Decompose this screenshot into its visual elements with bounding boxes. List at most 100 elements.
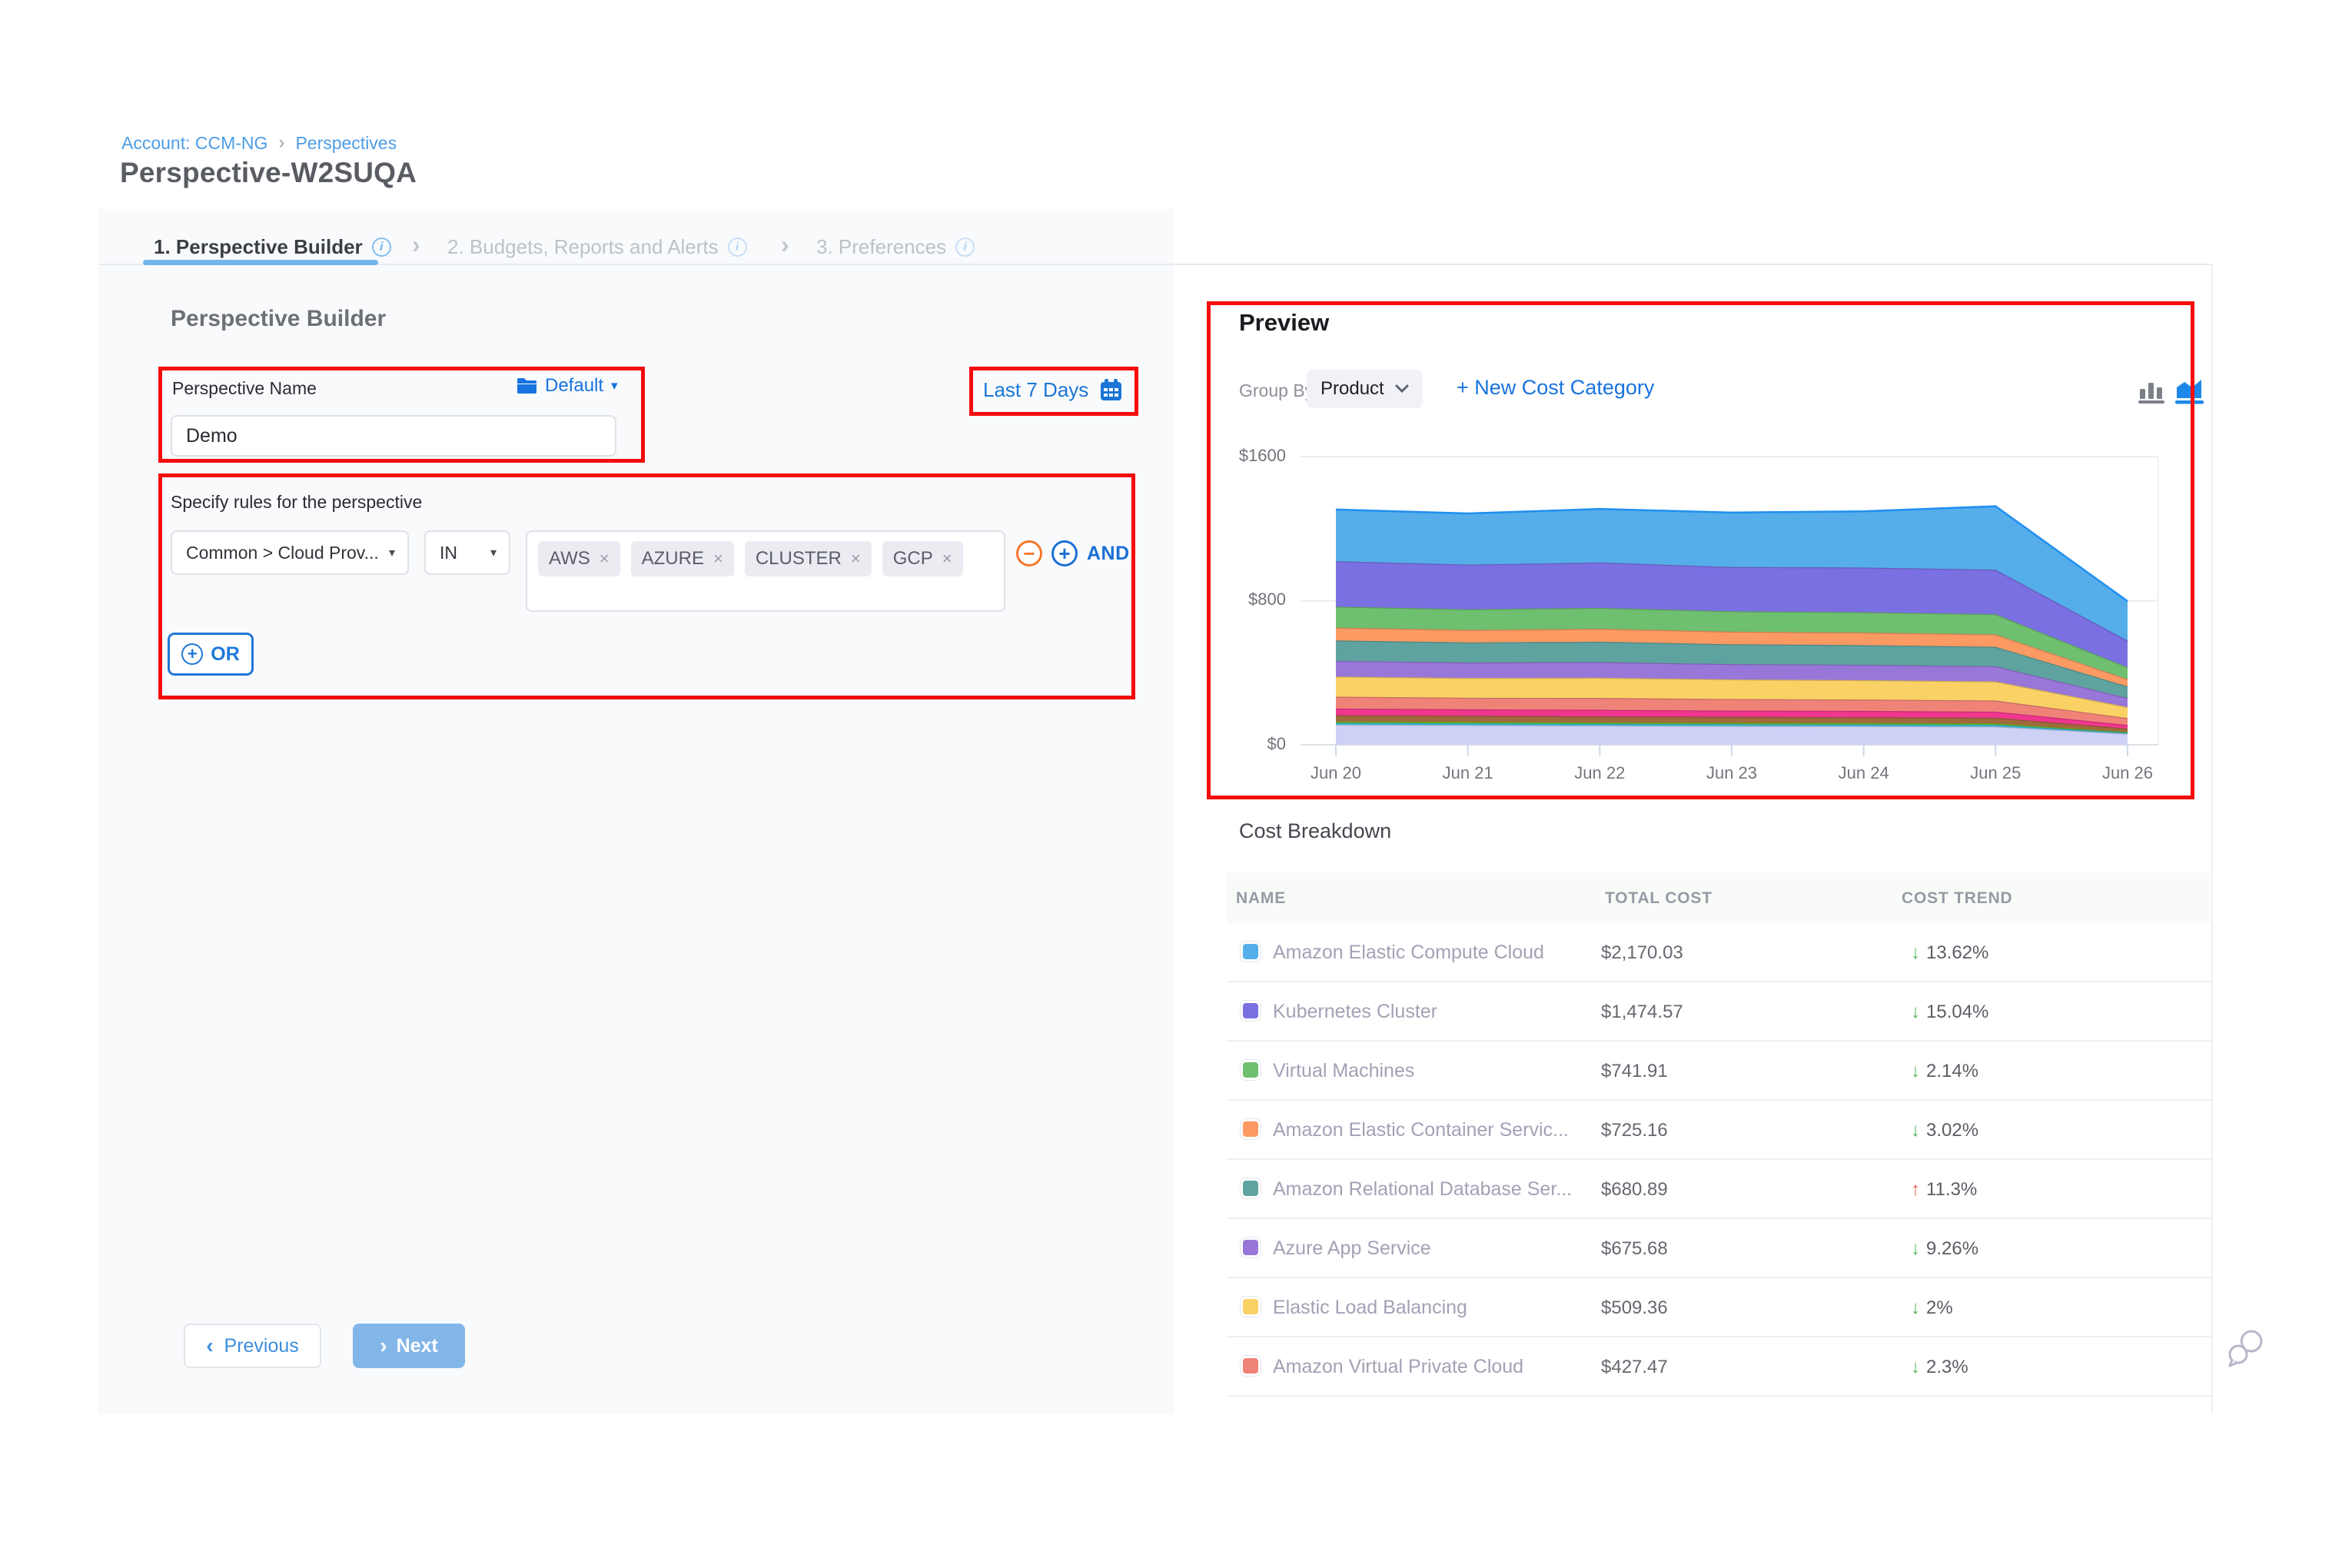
- row-total-cost: $741.91: [1601, 1061, 1668, 1082]
- new-cost-category-button[interactable]: + New Cost Category: [1457, 376, 1654, 400]
- trend-down-icon: ↓: [1911, 1120, 1920, 1141]
- trend-value: 2.3%: [1926, 1357, 1968, 1378]
- chip-close-icon[interactable]: ×: [600, 549, 610, 569]
- series-swatch: [1241, 1001, 1261, 1021]
- row-cost-trend: ↑11.3%: [1911, 1179, 1977, 1201]
- next-button[interactable]: › Next: [353, 1324, 465, 1368]
- chip-close-icon[interactable]: ×: [851, 549, 861, 569]
- preview-heading: Preview: [1239, 309, 1329, 337]
- rule-value-chip[interactable]: AZURE ×: [631, 541, 734, 576]
- caret-down-icon: ▾: [389, 545, 395, 560]
- builder-heading: Perspective Builder: [171, 306, 386, 332]
- row-name: Kubernetes Cluster: [1273, 1001, 1437, 1023]
- chip-close-icon[interactable]: ×: [942, 549, 952, 569]
- support-chat-button[interactable]: [2226, 1328, 2269, 1372]
- bar-chart-icon: [2138, 375, 2168, 406]
- x-axis-tick-label: Jun 22: [1550, 763, 1649, 783]
- and-operator-label: AND: [1087, 543, 1130, 565]
- trend-down-icon: ↓: [1911, 1238, 1920, 1260]
- area-chart-toggle[interactable]: [2174, 375, 2204, 406]
- trend-value: 2%: [1926, 1297, 1953, 1319]
- table-row: Amazon Virtual Private Cloud $427.47 ↓ 2.3%: [1227, 1337, 2212, 1397]
- row-cost-trend: ↓ 2.14%: [1911, 1061, 1978, 1082]
- date-range-picker[interactable]: Last 7 Days: [983, 378, 1123, 402]
- table-row: Azure App Service$675.68↓9.26%: [1227, 1219, 2212, 1278]
- trend-value: 2.14%: [1926, 1061, 1978, 1082]
- perspective-builder-page: Account: CCM-NG › Perspectives Perspecti…: [0, 0, 2352, 1568]
- rule-value-chip[interactable]: CLUSTER ×: [745, 541, 872, 576]
- previous-button[interactable]: ‹ Previous: [184, 1324, 321, 1368]
- chevron-down-icon: [1395, 384, 1409, 394]
- row-total-cost: $675.68: [1601, 1238, 1668, 1260]
- caret-down-icon: ▾: [490, 545, 497, 560]
- column-header-total-cost: TOTAL COST: [1605, 889, 1713, 908]
- chevron-right-icon: ›: [412, 231, 420, 259]
- series-swatch: [1241, 1356, 1261, 1376]
- trend-down-icon: ↓: [1911, 1061, 1920, 1082]
- trend-value: 3.02%: [1926, 1120, 1978, 1141]
- table-row: Amazon Relational Database Ser... $680.89…: [1227, 1160, 2212, 1219]
- series-swatch: [1241, 1297, 1261, 1317]
- trend-down-icon: ↓: [1911, 1357, 1920, 1378]
- chip-label: CLUSTER: [756, 548, 842, 570]
- row-name: Virtual Machines: [1273, 1060, 1414, 1082]
- plus-circle-icon: +: [181, 643, 203, 665]
- chip-label: AWS: [549, 548, 590, 570]
- active-tab-underline: [143, 260, 378, 265]
- x-axis-tick-label: Jun 26: [2078, 763, 2178, 783]
- trend-down-icon: ↓: [1911, 942, 1920, 964]
- series-swatch: [1241, 1119, 1261, 1139]
- rules-label: Specify rules for the perspective: [171, 492, 422, 513]
- row-total-cost: $680.89: [1601, 1179, 1668, 1201]
- breadcrumb-perspectives-link[interactable]: Perspectives: [295, 133, 397, 154]
- trend-down-icon: ↓: [1911, 1002, 1920, 1023]
- add-rule-button[interactable]: +: [1051, 540, 1078, 566]
- add-or-rule-button[interactable]: + OR: [168, 633, 254, 676]
- tab-budgets-reports-alerts[interactable]: 2. Budgets, Reports and Alerts i: [447, 235, 747, 259]
- chip-label: AZURE: [642, 548, 704, 570]
- series-swatch: [1241, 942, 1261, 962]
- row-cost-trend: ↓ 2.3%: [1911, 1357, 1968, 1378]
- trend-value: 11.3%: [1926, 1179, 1977, 1201]
- area-chart-icon: [2174, 375, 2206, 407]
- rule-field-dropdown[interactable]: Common > Cloud Prov... ▾: [171, 530, 409, 575]
- row-name: Elastic Load Balancing: [1273, 1297, 1467, 1319]
- column-header-cost-trend: COST TREND: [1902, 889, 2013, 908]
- rule-values-input[interactable]: AWS × AZURE × CLUSTER × GCP ×: [526, 530, 1005, 612]
- row-total-cost: $427.47: [1601, 1357, 1668, 1378]
- table-row: Amazon Elastic Compute Cloud$2,170.03↓13…: [1227, 923, 2212, 982]
- x-axis-tick-label: Jun 24: [1814, 763, 1914, 783]
- page-title: Perspective-W2SUQA: [120, 157, 417, 189]
- trend-down-icon: ↓: [1911, 1297, 1920, 1319]
- folder-selector[interactable]: Default ▾: [517, 375, 618, 397]
- row-name: Amazon Elastic Container Servic...: [1273, 1119, 1569, 1141]
- row-total-cost: $509.36: [1601, 1297, 1668, 1319]
- plus-icon: +: [1058, 542, 1070, 566]
- rule-value-chip[interactable]: GCP ×: [882, 541, 963, 576]
- perspective-name-input[interactable]: [171, 415, 616, 457]
- tab-preferences[interactable]: 3. Preferences i: [816, 235, 975, 259]
- row-name: Amazon Relational Database Ser...: [1273, 1178, 1572, 1201]
- x-axis-tick-label: Jun 25: [1945, 763, 2045, 783]
- row-name: Amazon Virtual Private Cloud: [1273, 1356, 1523, 1378]
- chip-close-icon[interactable]: ×: [713, 549, 723, 569]
- chip-label: GCP: [893, 548, 933, 570]
- breadcrumb: Account: CCM-NG › Perspectives: [121, 132, 397, 154]
- breadcrumb-separator-icon: ›: [278, 132, 284, 154]
- chat-bubbles-icon: [2226, 1328, 2269, 1368]
- rule-value-chip[interactable]: AWS ×: [538, 541, 620, 576]
- group-by-dropdown[interactable]: Product: [1307, 370, 1423, 408]
- stacked-area-chart[interactable]: [1301, 430, 2164, 784]
- bar-chart-toggle[interactable]: [2138, 375, 2168, 406]
- chevron-left-icon: ‹: [206, 1334, 213, 1358]
- table-row: Elastic Load Balancing $509.36 ↓ 2%: [1227, 1278, 2212, 1337]
- y-axis-tick-label: $800: [1213, 590, 1286, 610]
- cost-breakdown-heading: Cost Breakdown: [1239, 819, 1391, 843]
- info-icon: i: [728, 238, 747, 257]
- remove-rule-button[interactable]: −: [1016, 540, 1042, 566]
- row-cost-trend: ↓ 3.02%: [1911, 1120, 1978, 1141]
- rule-operator-dropdown[interactable]: IN ▾: [424, 530, 510, 575]
- tab-perspective-builder[interactable]: 1. Perspective Builder i: [154, 235, 391, 259]
- breadcrumb-account-link[interactable]: Account: CCM-NG: [121, 133, 267, 154]
- x-axis-tick-label: Jun 21: [1418, 763, 1518, 783]
